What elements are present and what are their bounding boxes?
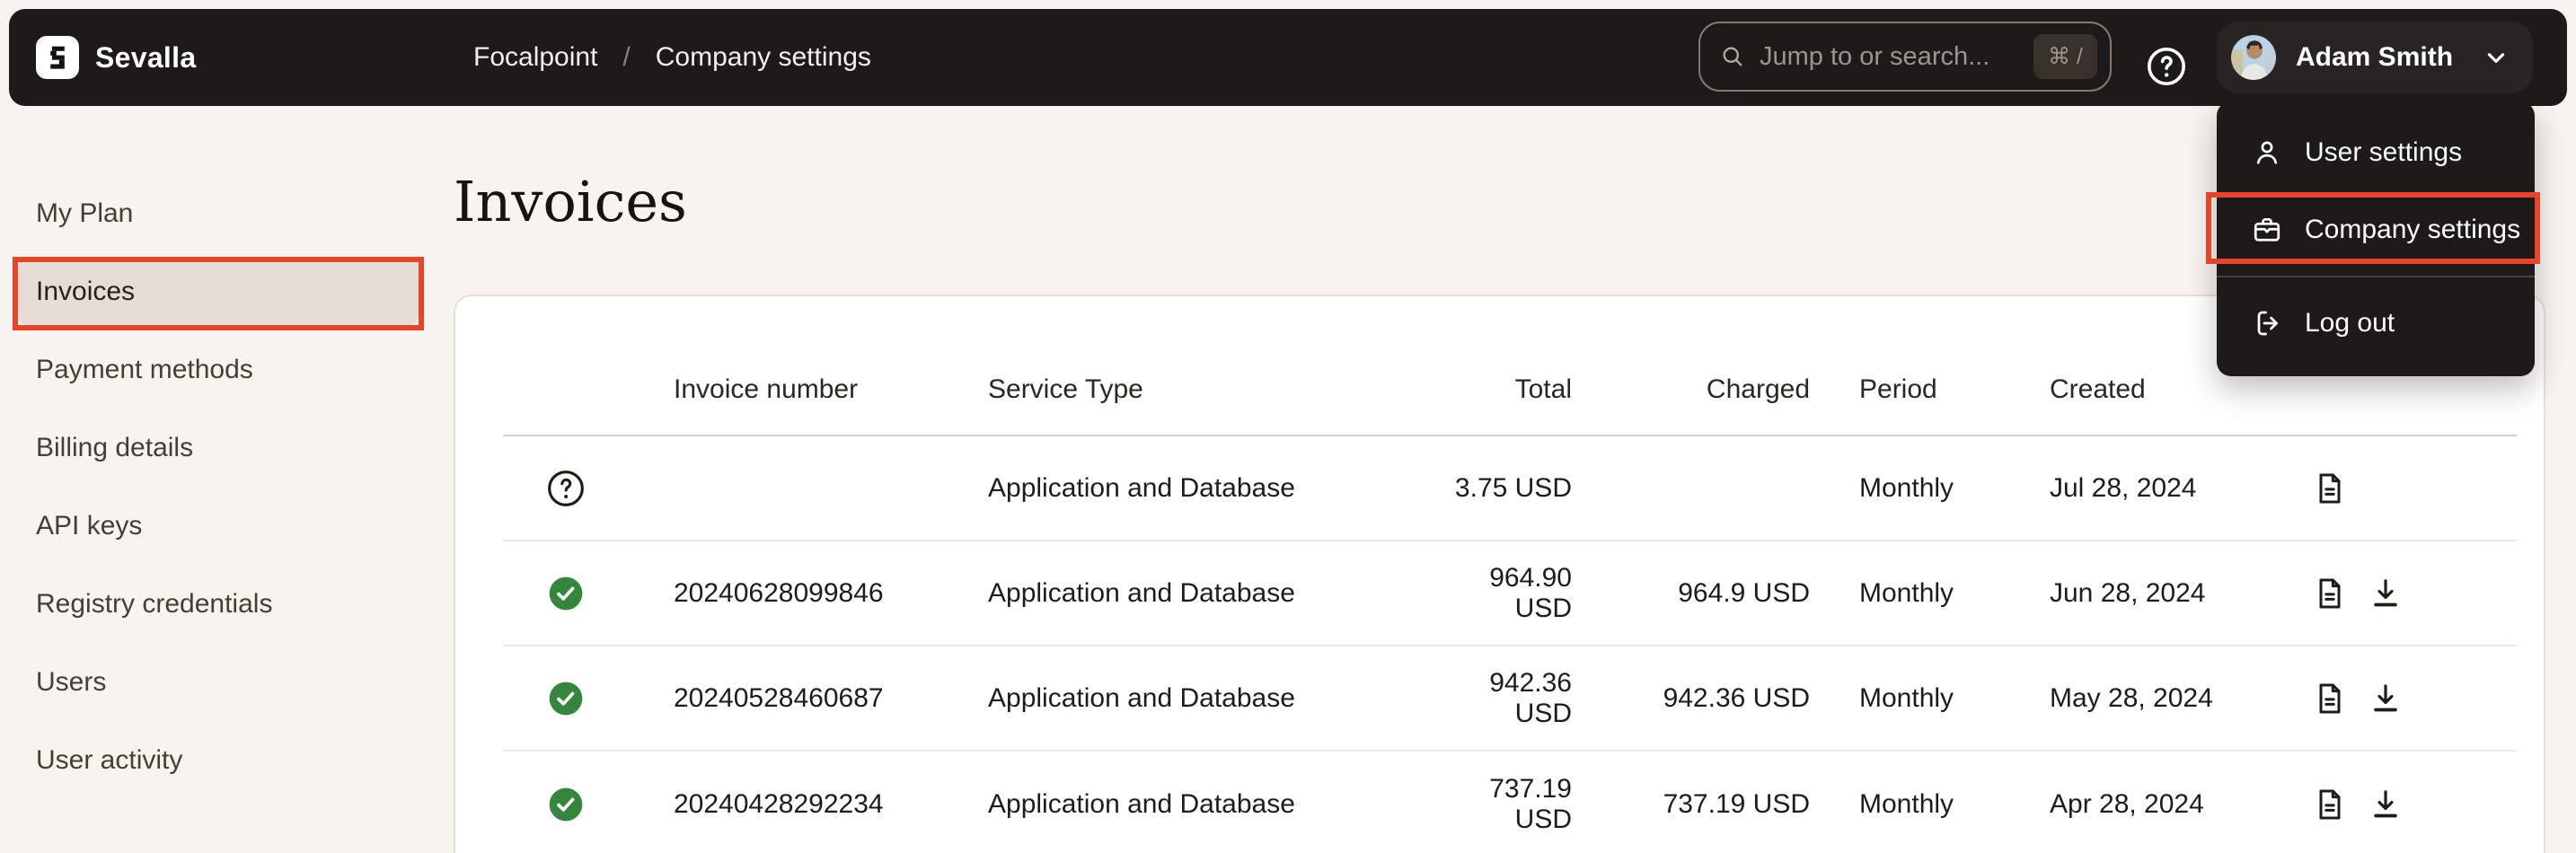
menu-item-log-out[interactable]: Log out bbox=[2217, 285, 2535, 362]
cell-service-type: Application and Database bbox=[988, 578, 1437, 609]
cell-created: Apr 28, 2024 bbox=[2050, 789, 2308, 820]
page-title: Invoices bbox=[454, 169, 687, 234]
chevron-down-icon bbox=[2483, 44, 2510, 71]
cell-service-type: Application and Database bbox=[988, 683, 1437, 714]
search-input[interactable] bbox=[1760, 42, 2019, 72]
breadcrumb-separator: / bbox=[622, 42, 630, 73]
menu-item-label: User settings bbox=[2305, 137, 2462, 168]
sidebar-item-users[interactable]: Users bbox=[18, 649, 419, 716]
sidebar-item-payment-methods[interactable]: Payment methods bbox=[18, 337, 419, 403]
check-icon bbox=[546, 679, 586, 718]
invoices-card: Invoice number Service Type Total Charge… bbox=[454, 295, 2545, 853]
document-icon[interactable] bbox=[2312, 576, 2348, 611]
menu-divider bbox=[2217, 276, 2535, 277]
cell-period: Monthly bbox=[1810, 789, 2050, 820]
document-icon[interactable] bbox=[2312, 787, 2348, 822]
brand: Sevalla bbox=[36, 9, 196, 106]
user-name: Adam Smith bbox=[2296, 42, 2453, 73]
settings-sidebar: My Plan Invoices Payment methods Billing… bbox=[0, 180, 442, 805]
sevalla-logo-icon bbox=[36, 36, 79, 79]
top-navigation-bar: Sevalla Focalpoint / Company settings ⌘ … bbox=[9, 9, 2567, 106]
column-invoice-number: Invoice number bbox=[629, 374, 988, 405]
cell-period: Monthly bbox=[1810, 683, 2050, 714]
sidebar-item-invoices[interactable]: Invoices bbox=[18, 259, 419, 325]
menu-item-label: Log out bbox=[2305, 308, 2395, 339]
global-search[interactable]: ⌘ / bbox=[1698, 22, 2112, 92]
cell-total: 964.90 USD bbox=[1437, 563, 1572, 624]
cell-total: 3.75 USD bbox=[1437, 473, 1572, 504]
download-icon[interactable] bbox=[2368, 787, 2404, 822]
column-created: Created bbox=[2050, 374, 2308, 405]
table-header-row: Invoice number Service Type Total Charge… bbox=[503, 296, 2517, 436]
cell-total: 942.36 USD bbox=[1437, 668, 1572, 729]
document-icon[interactable] bbox=[2312, 681, 2348, 717]
cell-charged: 942.36 USD bbox=[1572, 683, 1810, 714]
download-icon[interactable] bbox=[2368, 681, 2404, 717]
table-row: 20240528460687 Application and Database … bbox=[503, 646, 2517, 752]
cell-period: Monthly bbox=[1810, 578, 2050, 609]
search-shortcut-badge: ⌘ / bbox=[2033, 34, 2097, 79]
brand-name: Sevalla bbox=[95, 41, 196, 75]
menu-item-user-settings[interactable]: User settings bbox=[2217, 114, 2535, 191]
cell-period: Monthly bbox=[1810, 473, 2050, 504]
sidebar-item-api-keys[interactable]: API keys bbox=[18, 493, 419, 559]
cell-charged: 737.19 USD bbox=[1572, 789, 1810, 820]
breadcrumb-project[interactable]: Focalpoint bbox=[473, 42, 597, 73]
document-icon[interactable] bbox=[2312, 470, 2348, 506]
cell-created: Jun 28, 2024 bbox=[2050, 578, 2308, 609]
question-icon[interactable] bbox=[546, 469, 586, 508]
menu-item-company-settings[interactable]: Company settings bbox=[2217, 191, 2535, 268]
help-icon[interactable] bbox=[2146, 46, 2187, 87]
column-period: Period bbox=[1810, 374, 2050, 405]
search-icon bbox=[1720, 44, 1745, 69]
cell-charged: 964.9 USD bbox=[1572, 578, 1810, 609]
cell-service-type: Application and Database bbox=[988, 789, 1437, 820]
logout-icon bbox=[2251, 307, 2283, 339]
user-icon bbox=[2251, 136, 2283, 169]
download-icon[interactable] bbox=[2368, 576, 2404, 611]
briefcase-icon bbox=[2251, 214, 2283, 246]
cell-total: 737.19 USD bbox=[1437, 774, 1572, 835]
table-row: Application and Database 3.75 USD Monthl… bbox=[503, 436, 2517, 541]
check-icon bbox=[546, 574, 586, 613]
cell-invoice-number: 20240528460687 bbox=[629, 683, 988, 714]
cell-invoice-number: 20240628099846 bbox=[629, 578, 988, 609]
column-total: Total bbox=[1437, 374, 1572, 405]
user-menu-button[interactable]: Adam Smith bbox=[2217, 22, 2533, 93]
column-service-type: Service Type bbox=[988, 374, 1437, 405]
menu-item-label: Company settings bbox=[2305, 215, 2520, 245]
cell-created: May 28, 2024 bbox=[2050, 683, 2308, 714]
user-dropdown-menu: User settings Company settings Log out bbox=[2217, 101, 2535, 376]
cell-invoice-number: 20240428292234 bbox=[629, 789, 988, 820]
sidebar-item-billing-details[interactable]: Billing details bbox=[18, 415, 419, 481]
check-icon bbox=[546, 785, 586, 824]
avatar bbox=[2231, 35, 2276, 80]
sidebar-item-my-plan[interactable]: My Plan bbox=[18, 180, 419, 247]
breadcrumb: Focalpoint / Company settings bbox=[473, 9, 871, 106]
sidebar-item-user-activity[interactable]: User activity bbox=[18, 727, 419, 794]
sidebar-item-registry-credentials[interactable]: Registry credentials bbox=[18, 571, 419, 638]
cell-service-type: Application and Database bbox=[988, 473, 1437, 504]
table-row: 20240428292234 Application and Database … bbox=[503, 752, 2517, 853]
breadcrumb-page[interactable]: Company settings bbox=[656, 42, 871, 73]
column-charged: Charged bbox=[1572, 374, 1810, 405]
table-row: 20240628099846 Application and Database … bbox=[503, 541, 2517, 646]
cell-created: Jul 28, 2024 bbox=[2050, 473, 2308, 504]
